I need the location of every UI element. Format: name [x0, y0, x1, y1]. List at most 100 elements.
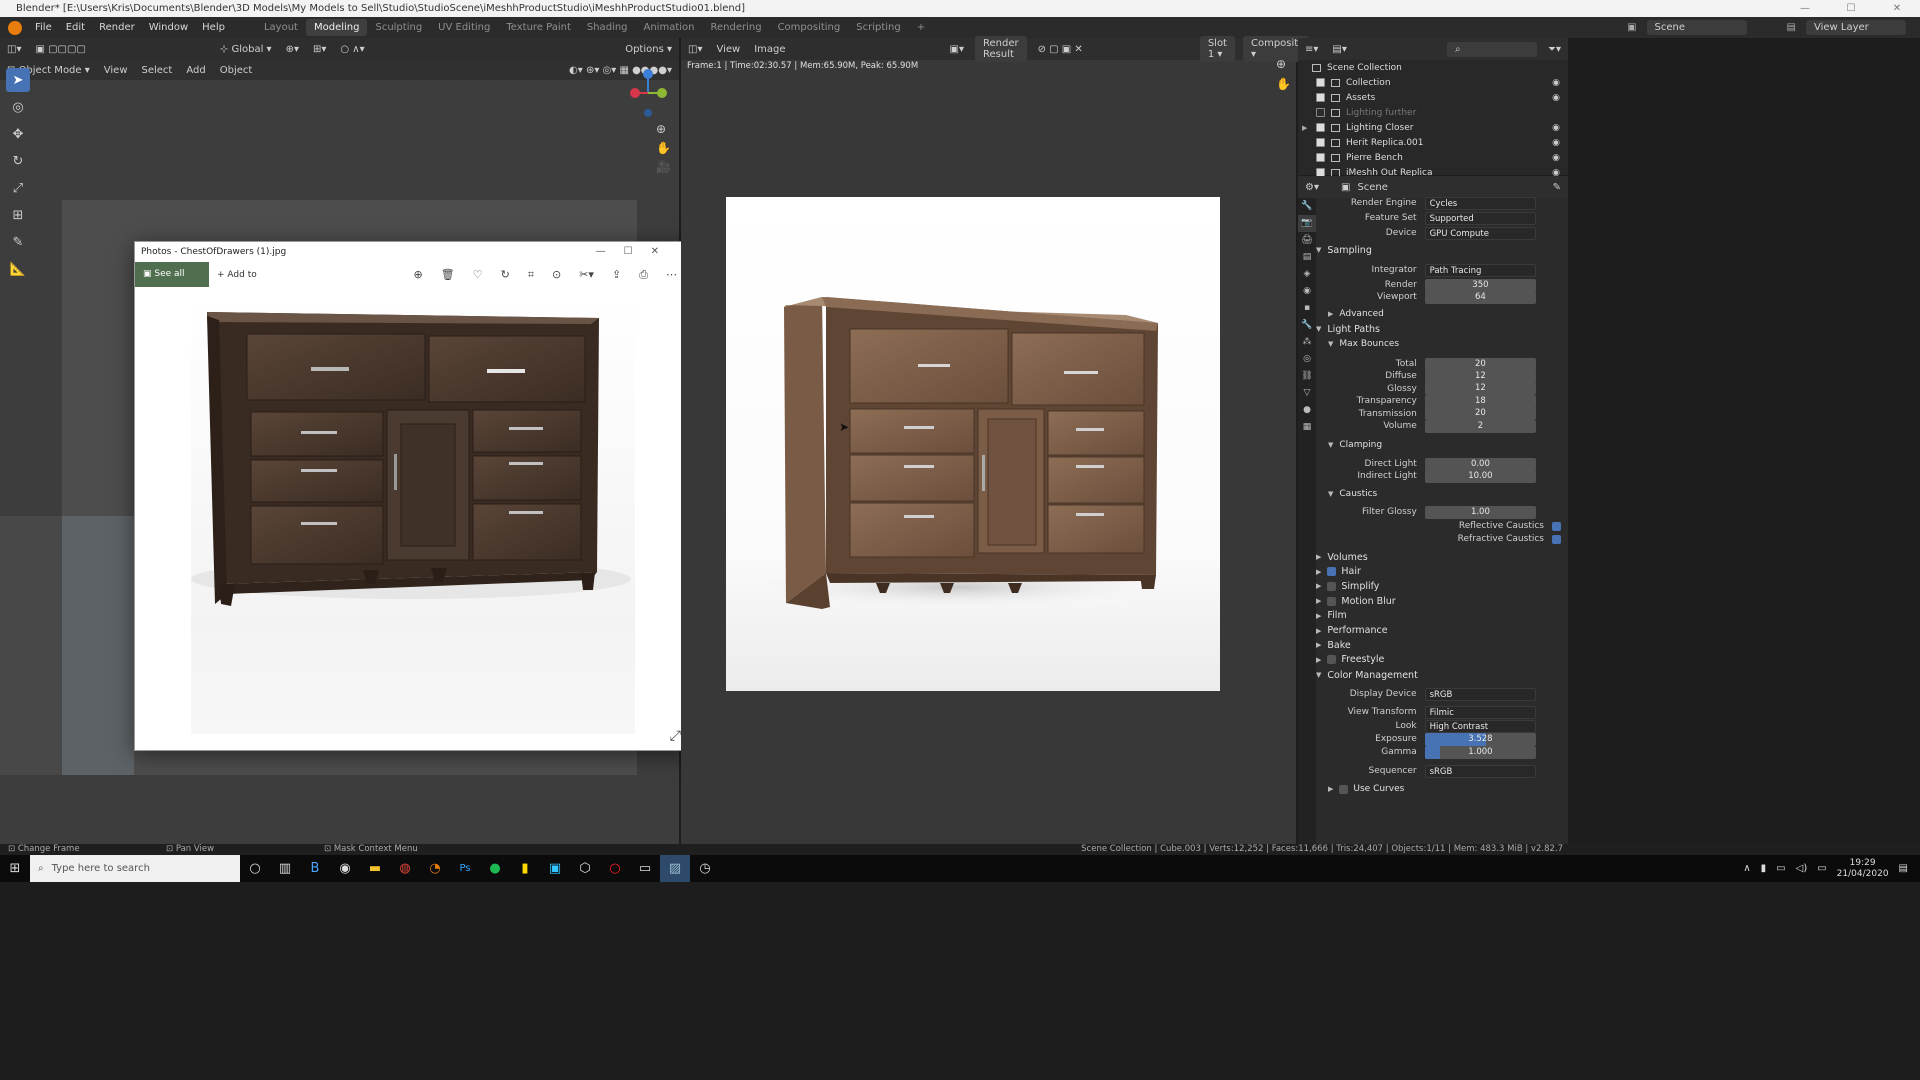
cursor-tool-icon[interactable]: ◎ — [6, 95, 30, 119]
particles-tab-icon[interactable]: ⁂ — [1298, 334, 1316, 351]
pivot-icon[interactable]: ⊕▾ — [279, 44, 306, 55]
display-mode-icon[interactable]: ▤▾ — [1325, 44, 1353, 55]
slot-dropdown[interactable]: Slot 1 ▾ — [1199, 36, 1235, 62]
reflective-caustics-checkbox[interactable] — [1552, 521, 1561, 531]
scale-tool-icon[interactable]: ⤢ — [6, 176, 30, 200]
delete-icon[interactable]: 🗑 — [441, 268, 455, 282]
outliner-item[interactable]: Pierre Bench ◉ — [1298, 150, 1568, 165]
transform-orientation-dropdown[interactable]: ⊹ Global ▾ — [213, 44, 279, 55]
sampling-panel-header[interactable]: ▼ Sampling — [1316, 243, 1372, 257]
integrator-dropdown[interactable]: Path Tracing — [1424, 263, 1536, 277]
bounce-field[interactable]: 2 — [1424, 419, 1536, 433]
rotate-tool-icon[interactable]: ↻ — [6, 149, 30, 173]
refractive-caustics-checkbox[interactable] — [1552, 534, 1561, 544]
tab-shading[interactable]: Shading — [579, 19, 636, 36]
chrome-icon[interactable]: ◍ — [390, 855, 420, 882]
see-all-photos-button[interactable]: ▣ See all photos — [135, 262, 209, 304]
zoom-icon[interactable]: ⊕ — [414, 268, 423, 282]
photos-maximize-icon[interactable]: ☐ — [624, 246, 651, 257]
indirect-light-field[interactable]: 10.00 — [1424, 469, 1536, 483]
max-bounces-subpanel[interactable]: ▼ Max Bounces — [1328, 337, 1399, 351]
crop-icon[interactable]: ⌗ — [528, 268, 534, 282]
select-mode-icons[interactable]: ▣ ▢▢▢▢ — [28, 44, 92, 55]
spotify-icon[interactable]: ● — [480, 855, 510, 882]
editor-type-icon[interactable]: ◫▾ — [681, 44, 709, 55]
color-management-panel-header[interactable]: ▼ Color Management — [1316, 668, 1418, 682]
look-dropdown[interactable]: High Contrast — [1424, 719, 1536, 733]
menu-view[interactable]: View — [97, 65, 135, 76]
tray-display-icon[interactable]: ▭ — [1817, 863, 1826, 874]
panel-enable-checkbox[interactable] — [1327, 581, 1337, 591]
photos-taskbar-icon[interactable]: ▨ — [660, 855, 690, 882]
outliner-item[interactable]: ▶ Lighting Closer ◉ — [1298, 120, 1568, 135]
visibility-eye-icon[interactable]: ◉ — [1552, 78, 1560, 88]
menu-view[interactable]: View — [709, 44, 747, 55]
panel-enable-checkbox[interactable] — [1327, 596, 1337, 606]
caustics-subpanel[interactable]: ▼ Caustics — [1328, 487, 1377, 501]
menu-file[interactable]: File — [28, 22, 59, 33]
app-cube-icon[interactable]: ⬡ — [570, 855, 600, 882]
menu-object[interactable]: Object — [213, 65, 260, 76]
collapsed-panel-header[interactable]: ▶ Bake — [1316, 638, 1351, 652]
visibility-eye-icon[interactable]: ◉ — [1552, 123, 1560, 133]
print-icon[interactable]: ⎙ — [639, 268, 648, 282]
image-browse-icon[interactable]: ▣▾ — [943, 44, 971, 55]
tab-rendering[interactable]: Rendering — [702, 19, 769, 36]
app-folder-icon[interactable]: ▭ — [630, 855, 660, 882]
move-tool-icon[interactable]: ✥ — [6, 122, 30, 146]
zoom-icon[interactable]: ⊕ — [1276, 54, 1291, 74]
exposure-slider[interactable]: 3.528 — [1424, 732, 1536, 746]
gamma-slider[interactable]: 1.000 — [1424, 745, 1536, 759]
tray-chevron-icon[interactable]: ∧ — [1743, 863, 1750, 874]
properties-editor[interactable]: ⚙▾ ▣ Scene ✎ 🔧 📷 🖨 ▤ ◈ ◉ ▪ 🔧 ⁂ ◎ ⛓ ▽ ● ▦… — [1298, 176, 1568, 844]
menu-help[interactable]: Help — [195, 22, 232, 33]
tab-layout[interactable]: Layout — [256, 19, 306, 36]
exclude-checkbox[interactable] — [1316, 108, 1325, 117]
modifier-tab-icon[interactable]: 🔧 — [1298, 317, 1316, 334]
add-to-button[interactable]: + Add to — [209, 270, 265, 280]
filter-icon[interactable]: ⏷▾ — [1541, 44, 1568, 55]
outliner-root[interactable]: Scene Collection — [1298, 60, 1568, 75]
panel-enable-checkbox[interactable] — [1327, 655, 1337, 665]
options-dropdown[interactable]: Options ▾ — [618, 44, 679, 55]
taskbar-search-box[interactable]: ⌕ Type here to search — [30, 855, 240, 882]
tray-usb-icon[interactable]: ▮ — [1761, 863, 1767, 874]
advanced-subpanel[interactable]: ▶ Advanced — [1328, 307, 1384, 321]
app-clock-icon[interactable]: ◷ — [690, 855, 720, 882]
steam-icon[interactable]: ◉ — [330, 855, 360, 882]
outliner-item[interactable]: Assets ◉ — [1298, 90, 1568, 105]
outliner[interactable]: ≡▾ ▤▾ ⌕ ⏷▾ Scene Collection Collection ◉ A… — [1298, 38, 1568, 208]
collapsed-panel-header[interactable]: ▶ Hair — [1316, 565, 1361, 579]
collapsed-panel-header[interactable]: ▶ Motion Blur — [1316, 594, 1396, 608]
menu-window[interactable]: Window — [142, 22, 195, 33]
menu-image[interactable]: Image — [747, 44, 792, 55]
exclude-checkbox[interactable] — [1316, 93, 1325, 102]
outliner-item[interactable]: Herit Replica.001 ◉ — [1298, 135, 1568, 150]
annotate-tool-icon[interactable]: ✎ — [6, 230, 30, 254]
view-layer-selector[interactable]: View Layer — [1806, 20, 1906, 35]
tab-texture-paint[interactable]: Texture Paint — [498, 19, 579, 36]
fullscreen-icon[interactable]: ⤢ — [670, 728, 681, 744]
feature-set-dropdown[interactable]: Supported — [1424, 211, 1536, 225]
visibility-eye-icon[interactable]: ◉ — [1552, 153, 1560, 163]
menu-select[interactable]: Select — [135, 65, 180, 76]
exclude-checkbox[interactable] — [1316, 153, 1325, 162]
tab-compositing[interactable]: Compositing — [770, 19, 849, 36]
collapsed-panel-header[interactable]: ▶ Freestyle — [1316, 653, 1384, 667]
tab-sculpting[interactable]: Sculpting — [367, 19, 430, 36]
visibility-eye-icon[interactable]: ◉ — [1552, 138, 1560, 148]
camera-view-icon[interactable]: 🎥 — [656, 158, 671, 177]
opera-icon[interactable]: ○ — [600, 855, 630, 882]
pan-hand-icon[interactable]: ✋ — [656, 139, 671, 158]
render-engine-dropdown[interactable]: Cycles — [1424, 196, 1536, 210]
photos-window[interactable]: Photos - ChestOfDrawers (1).jpg —☐✕ ▣ Se… — [134, 241, 690, 751]
use-curves-subpanel[interactable]: ▶ Use Curves — [1328, 782, 1404, 796]
collapsed-panel-header[interactable]: ▶ Volumes — [1316, 550, 1368, 564]
select-tool-icon[interactable]: ➤ — [6, 68, 30, 92]
panel-enable-checkbox[interactable] — [1327, 567, 1337, 577]
outliner-item[interactable]: Lighting further — [1298, 105, 1568, 120]
tab-scripting[interactable]: Scripting — [848, 19, 908, 36]
snap-icon[interactable]: ⊞▾ — [306, 44, 333, 55]
editor-type-icon[interactable]: ◫▾ — [0, 44, 28, 55]
photoshop-icon[interactable]: Ps — [450, 855, 480, 882]
